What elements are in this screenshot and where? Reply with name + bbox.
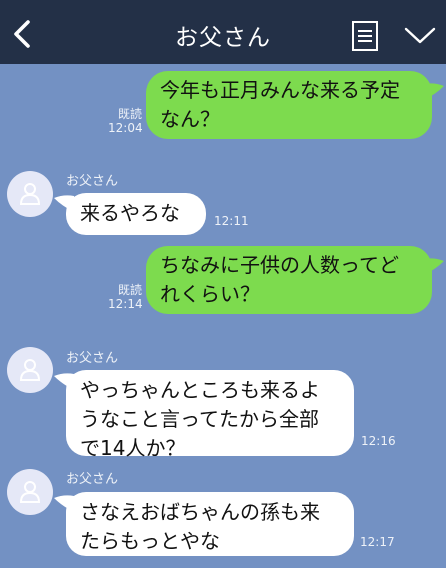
message-bubble[interactable]: 来るやろな xyxy=(66,193,206,235)
read-receipt: 既読 xyxy=(117,283,142,297)
user-icon xyxy=(19,359,41,381)
menu-button[interactable] xyxy=(350,20,380,52)
chat-header: お父さん xyxy=(0,0,446,64)
message-time: 12:17 xyxy=(360,535,395,549)
message-time: 12:16 xyxy=(361,434,396,448)
message-time: 12:04 xyxy=(108,121,143,135)
message-bubble[interactable]: 今年も正月みんな来る予定 なん？ xyxy=(146,71,432,139)
message-bubble[interactable]: ちなみに子供の人数ってど れくらい？ xyxy=(146,246,432,314)
sender-name: お父さん xyxy=(66,351,119,366)
read-receipt: 既読 xyxy=(117,107,142,121)
chevron-down-icon xyxy=(404,27,436,44)
list-icon xyxy=(352,21,378,51)
chevron-left-icon xyxy=(14,20,30,48)
avatar[interactable] xyxy=(7,171,53,217)
message-bubble[interactable]: やっちゃんところも来るよ うなこと言ってたから全部 で14人か？ xyxy=(66,370,354,460)
message-time: 12:14 xyxy=(108,297,143,311)
message-bubble[interactable]: さなえおばちゃんの孫も来 たらもっとやな xyxy=(66,492,354,556)
more-options-button[interactable] xyxy=(402,22,438,48)
message-time: 12:11 xyxy=(214,214,249,228)
avatar[interactable] xyxy=(7,469,53,515)
user-icon xyxy=(19,481,41,503)
back-button[interactable] xyxy=(6,14,38,54)
sender-name: お父さん xyxy=(66,174,119,189)
avatar[interactable] xyxy=(7,347,53,393)
user-icon xyxy=(19,183,41,205)
sender-name: お父さん xyxy=(66,472,119,487)
